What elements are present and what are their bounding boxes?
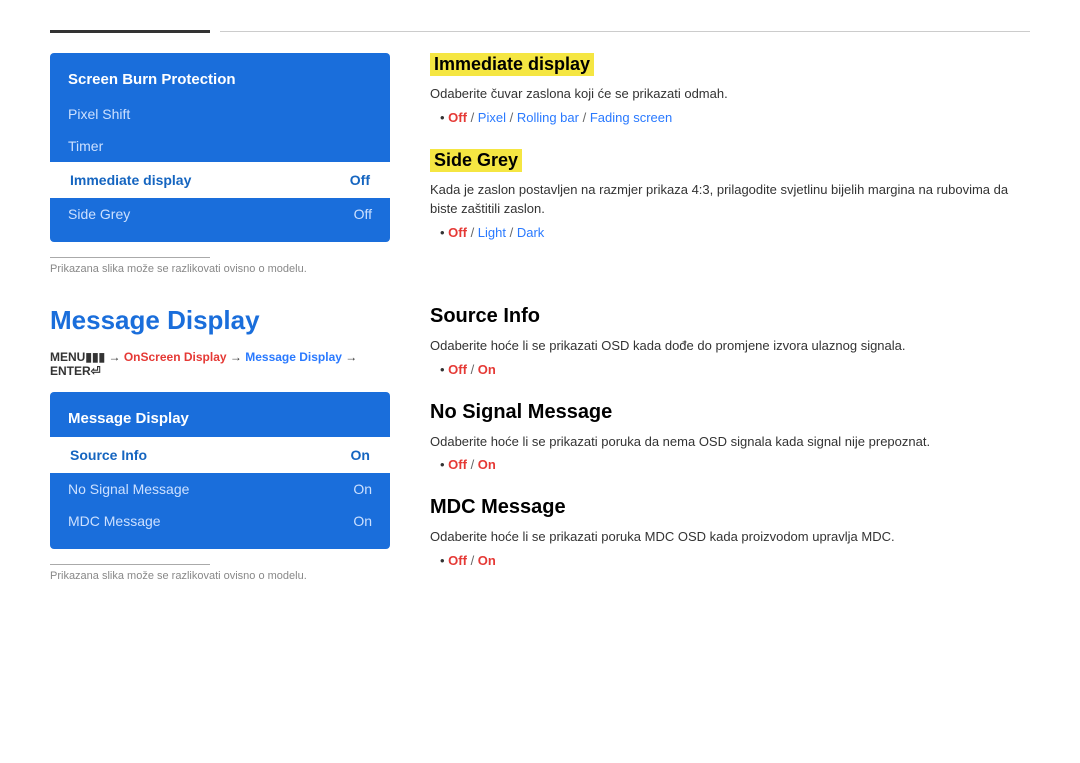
pixel-shift-label: Pixel Shift bbox=[68, 106, 130, 122]
opt-sep-3: / bbox=[579, 110, 590, 125]
screen-burn-section: Screen Burn Protection Pixel Shift Timer… bbox=[50, 53, 1030, 275]
immediate-display-label: Immediate display bbox=[70, 172, 191, 188]
mdc-heading: MDC Message bbox=[430, 496, 1030, 519]
mdc-desc: Odaberite hoće li se prikazati poruka MD… bbox=[430, 527, 1030, 547]
mdc-label: MDC Message bbox=[68, 513, 161, 529]
opt-off-mdc: Off bbox=[448, 553, 467, 568]
bc-message-display: Message Display bbox=[245, 350, 342, 364]
menu-item-source-info[interactable]: Source Info On bbox=[50, 437, 390, 473]
top-divider bbox=[50, 30, 1030, 33]
no-signal-value: On bbox=[353, 481, 372, 497]
opt-sep-ns: / bbox=[467, 457, 478, 472]
immediate-display-options: Off / Pixel / Rolling bar / Fading scree… bbox=[430, 110, 1030, 125]
source-info-heading: Source Info bbox=[430, 305, 1030, 328]
no-signal-option: Off / On bbox=[440, 457, 1030, 472]
source-info-desc: Odaberite hoće li se prikazati OSD kada … bbox=[430, 336, 1030, 356]
menu-item-no-signal[interactable]: No Signal Message On bbox=[50, 473, 390, 505]
source-info-label: Source Info bbox=[70, 447, 147, 463]
right-no-signal: No Signal Message Odaberite hoće li se p… bbox=[430, 401, 1030, 473]
opt-on-ns: On bbox=[478, 457, 496, 472]
side-grey-desc: Kada je zaslon postavljen na razmjer pri… bbox=[430, 180, 1030, 219]
opt-on-mdc: On bbox=[478, 553, 496, 568]
opt-on-si: On bbox=[478, 362, 496, 377]
opt-off-2: Off bbox=[448, 225, 467, 240]
no-signal-options: Off / On bbox=[430, 457, 1030, 472]
mdc-value: On bbox=[353, 513, 372, 529]
opt-sep-2: / bbox=[506, 110, 517, 125]
menu-item-immediate-display[interactable]: Immediate display Off bbox=[50, 162, 390, 198]
opt-light: Light bbox=[478, 225, 506, 240]
side-grey-option: Off / Light / Dark bbox=[440, 225, 1030, 240]
side-grey-label: Side Grey bbox=[68, 206, 130, 222]
menu-item-timer[interactable]: Timer bbox=[50, 130, 390, 162]
opt-off-ns: Off bbox=[448, 457, 467, 472]
note-divider-2 bbox=[50, 564, 210, 565]
right-mdc: MDC Message Odaberite hoće li se prikaza… bbox=[430, 496, 1030, 568]
bc-menu: MENU bbox=[50, 350, 85, 364]
opt-sep-5: / bbox=[506, 225, 517, 240]
opt-sep-si: / bbox=[467, 362, 478, 377]
message-display-right: Source Info Odaberite hoće li se prikaza… bbox=[430, 305, 1030, 592]
bc-arrow2: → bbox=[227, 350, 246, 364]
note-1: Prikazana slika može se razlikovati ovis… bbox=[50, 263, 390, 275]
immediate-display-desc: Odaberite čuvar zaslona koji će se prika… bbox=[430, 84, 1030, 104]
immediate-display-heading: Immediate display bbox=[430, 53, 594, 76]
opt-dark: Dark bbox=[517, 225, 544, 240]
screen-burn-right: Immediate display Odaberite čuvar zaslon… bbox=[430, 53, 1030, 275]
immediate-display-option: Off / Pixel / Rolling bar / Fading scree… bbox=[440, 110, 1030, 125]
opt-fading: Fading screen bbox=[590, 110, 672, 125]
opt-off-1: Off bbox=[448, 110, 467, 125]
divider-light bbox=[220, 31, 1030, 32]
side-grey-value: Off bbox=[354, 206, 372, 222]
breadcrumb: MENU▮▮▮ → OnScreen Display → Message Dis… bbox=[50, 350, 390, 378]
timer-label: Timer bbox=[68, 138, 103, 154]
message-display-title: Message Display bbox=[50, 305, 390, 336]
opt-rolling: Rolling bar bbox=[517, 110, 579, 125]
mdc-option: Off / On bbox=[440, 553, 1030, 568]
source-info-value: On bbox=[351, 447, 370, 463]
no-signal-desc: Odaberite hoće li se prikazati poruka da… bbox=[430, 432, 1030, 452]
message-display-wrapper: Message Display MENU▮▮▮ → OnScreen Displ… bbox=[50, 305, 1030, 592]
note-2: Prikazana slika može se razlikovati ovis… bbox=[50, 570, 390, 582]
source-info-options: Off / On bbox=[430, 362, 1030, 377]
no-signal-heading: No Signal Message bbox=[430, 401, 1030, 424]
message-display-menu-title: Message Display bbox=[50, 404, 390, 437]
message-display-left: Message Display MENU▮▮▮ → OnScreen Displ… bbox=[50, 305, 390, 592]
opt-pixel: Pixel bbox=[478, 110, 506, 125]
divider-dark bbox=[50, 30, 210, 33]
opt-off-si: Off bbox=[448, 362, 467, 377]
opt-sep-4: / bbox=[467, 225, 478, 240]
mdc-options: Off / On bbox=[430, 553, 1030, 568]
message-display-menu: Message Display Source Info On No Signal… bbox=[50, 392, 390, 549]
right-side-grey: Side Grey Kada je zaslon postavljen na r… bbox=[430, 149, 1030, 240]
right-source-info: Source Info Odaberite hoće li se prikaza… bbox=[430, 305, 1030, 377]
no-signal-label: No Signal Message bbox=[68, 481, 189, 497]
opt-sep-1: / bbox=[467, 110, 478, 125]
source-info-option: Off / On bbox=[440, 362, 1030, 377]
screen-burn-title: Screen Burn Protection bbox=[50, 65, 390, 98]
right-immediate-display: Immediate display Odaberite čuvar zaslon… bbox=[430, 53, 1030, 125]
screen-burn-menu: Screen Burn Protection Pixel Shift Timer… bbox=[50, 53, 390, 242]
menu-item-pixel-shift[interactable]: Pixel Shift bbox=[50, 98, 390, 130]
bc-iii: ▮▮▮ bbox=[85, 350, 105, 364]
screen-burn-left: Screen Burn Protection Pixel Shift Timer… bbox=[50, 53, 390, 275]
side-grey-heading: Side Grey bbox=[430, 149, 522, 172]
message-display-section: Message Display MENU▮▮▮ → OnScreen Displ… bbox=[50, 305, 1030, 592]
side-grey-options: Off / Light / Dark bbox=[430, 225, 1030, 240]
opt-sep-mdc: / bbox=[467, 553, 478, 568]
note-divider-1 bbox=[50, 257, 210, 258]
bc-onscreen: OnScreen Display bbox=[124, 350, 227, 364]
menu-item-side-grey[interactable]: Side Grey Off bbox=[50, 198, 390, 230]
bc-arrow1: → bbox=[105, 350, 124, 364]
immediate-display-value: Off bbox=[350, 172, 370, 188]
menu-item-mdc[interactable]: MDC Message On bbox=[50, 505, 390, 537]
